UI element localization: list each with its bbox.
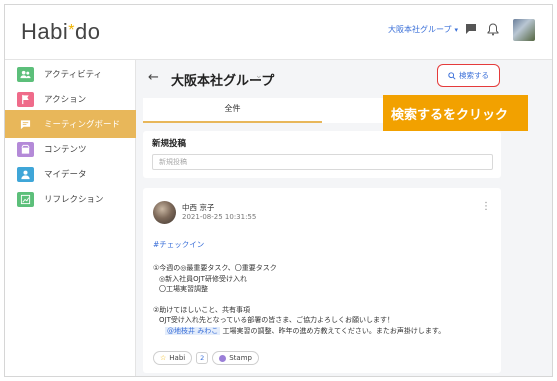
search-icon: [448, 71, 456, 80]
logo-star-icon: *: [68, 22, 75, 39]
user-avatar[interactable]: [513, 19, 535, 41]
instruction-callout: 検索するをクリック: [383, 95, 528, 131]
sidebar-item-activity[interactable]: アクティビティ: [5, 60, 136, 88]
chat-icon: [17, 117, 34, 132]
post-timestamp: 2021-08-25 10:31:55: [182, 213, 257, 221]
stamp-button[interactable]: Stamp: [212, 351, 259, 365]
bell-icon[interactable]: [485, 21, 501, 37]
sidebar-item-label: アクティビティ: [44, 70, 103, 80]
back-arrow-icon[interactable]: ←: [148, 70, 159, 85]
post-line: ②助けてほしいこと、共有事項: [153, 305, 250, 314]
message-icon[interactable]: [463, 21, 479, 37]
app-logo[interactable]: Habi*do: [21, 19, 100, 45]
page-header: ← 大阪本社グループ ⌄ 検索する: [137, 60, 552, 92]
star-icon: ☆: [160, 354, 167, 362]
app-window: Habi*do 大阪本社グループ ▾ アクティビティ アクション ミーティングボ…: [4, 4, 553, 377]
sidebar-item-my-data[interactable]: マイデータ: [5, 160, 136, 188]
new-post-card: 新規投稿 新規投稿: [143, 131, 501, 178]
top-header: Habi*do 大阪本社グループ ▾: [5, 5, 552, 60]
habi-reaction-label: Habi: [169, 354, 186, 362]
sidebar-item-label: コンテンツ: [44, 145, 87, 155]
user-mention[interactable]: @地枝井 みわこ: [165, 326, 221, 335]
new-post-input[interactable]: 新規投稿: [152, 154, 493, 170]
stamp-icon: [219, 354, 227, 362]
post-hashtag[interactable]: #チェックイン: [153, 239, 204, 250]
sidebar-item-meeting-board[interactable]: ミーティングボード: [5, 110, 136, 138]
stamp-label: Stamp: [229, 354, 252, 362]
tab-all[interactable]: 全件: [143, 98, 322, 123]
sidebar-item-label: ミーティングボード: [44, 120, 120, 130]
reaction-count[interactable]: 2: [196, 352, 209, 364]
sidebar-item-action[interactable]: アクション: [5, 85, 136, 113]
chart-icon: [17, 191, 34, 207]
post-card: 中西 京子 2021-08-25 10:31:55 ⋮ #チェックイン ①今週の…: [143, 188, 501, 373]
search-button-label: 検索する: [459, 71, 489, 80]
post-line: ◎新入社員OJT研修受け入れ: [159, 274, 247, 283]
post-line: ①今週の◎最重要タスク、〇重要タスク: [153, 264, 277, 272]
sidebar-item-label: リフレクション: [44, 195, 104, 205]
organization-select-label: 大阪本社グループ: [388, 25, 452, 34]
new-post-title: 新規投稿: [152, 139, 187, 149]
post-line: OJT受け入れ先となっている部署の皆さま、ご協力よろしくお願いします！: [159, 316, 395, 324]
reaction-bar: ☆ Habi 2 Stamp: [153, 351, 259, 365]
flag-icon: [17, 91, 34, 107]
sidebar-item-label: マイデータ: [44, 170, 87, 180]
more-options-icon[interactable]: ⋮: [481, 202, 491, 212]
person-icon: [17, 166, 34, 182]
sidebar: アクティビティ アクション ミーティングボード コンテンツ マイデータ リフレク…: [5, 60, 136, 376]
post-line: 〇工場実習調整: [159, 285, 208, 293]
box-icon: [17, 141, 34, 157]
post-author[interactable]: 中西 京子: [182, 202, 214, 213]
search-button[interactable]: 検索する: [437, 64, 500, 87]
sidebar-item-label: アクション: [44, 95, 87, 105]
main-content: ← 大阪本社グループ ⌄ 検索する 全件 検索するをクリック 新規投稿 新規投稿…: [137, 60, 552, 376]
sidebar-item-reflection[interactable]: リフレクション: [5, 185, 136, 213]
chevron-down-icon[interactable]: ⌄: [255, 71, 263, 81]
chevron-down-icon: ▾: [454, 25, 459, 34]
sidebar-item-contents[interactable]: コンテンツ: [5, 135, 136, 163]
post-body: ①今週の◎最重要タスク、〇重要タスク ◎新入社員OJT研修受け入れ 〇工場実習調…: [153, 263, 493, 336]
author-avatar[interactable]: [153, 201, 176, 224]
habi-reaction-button[interactable]: ☆ Habi: [153, 351, 193, 365]
people-icon: [17, 66, 34, 82]
post-line: 工場実習の調整、昨年の進め方教えてください。またお声掛けします。: [220, 326, 446, 335]
organization-select[interactable]: 大阪本社グループ ▾: [388, 24, 458, 35]
